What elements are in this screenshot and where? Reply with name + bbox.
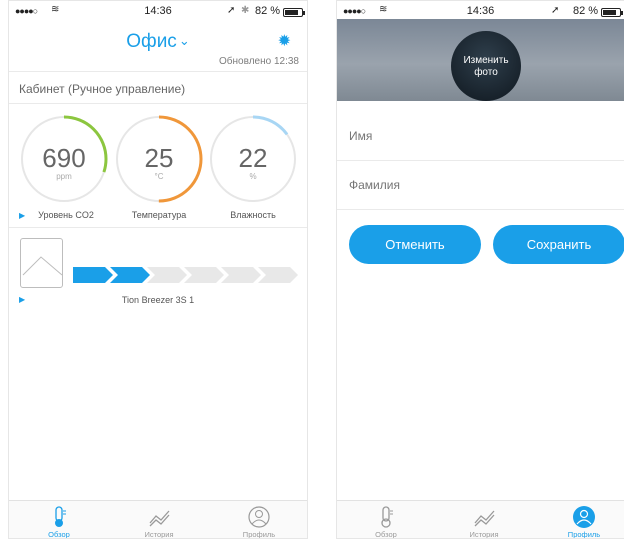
tab-label: История [469,530,499,539]
tab-overview[interactable]: Обзор [351,505,421,539]
tab-overview[interactable]: Обзор [24,505,94,539]
speed-segment[interactable] [73,267,113,283]
tab-profile[interactable]: Профиль [224,505,294,539]
fan-speed-selector[interactable] [73,267,305,283]
humidity-label: Влажность [230,210,276,220]
humidity-gauge[interactable]: 22 % [208,114,298,204]
thermometer-icon [351,505,421,529]
divider [9,71,307,72]
co2-label: Уровень CO2 [38,210,94,220]
battery-percent: 82 % [255,5,281,17]
chart-line-icon [449,505,519,529]
location-arrow-icon: ➚ [227,5,236,16]
profile-icon [549,505,619,529]
last-name-field[interactable] [349,178,624,192]
change-photo-label: Изменить фото [463,55,509,78]
tab-bar: Обзор История Профиль [9,500,307,538]
humidity-unit: % [249,172,257,181]
temperature-value: 25 [144,143,174,173]
status-bar: ●●●●○ ≋ 14:36 ➚ 82 % [337,1,624,21]
tab-profile[interactable]: Профиль [549,505,619,539]
co2-value: 690 [42,143,86,173]
tab-label: Обзор [375,530,397,539]
profile-icon [224,505,294,529]
bluetooth-icon: ✱ [241,5,250,16]
divider [9,103,307,104]
location-selector[interactable]: Офис ⌄ [9,31,307,53]
profile-screen: ●●●●○ ≋ 14:36 ➚ 82 % Изменить фото Отмен… [336,0,624,539]
tab-bar: Обзор История Профиль [337,500,624,538]
temperature-gauge[interactable]: 25 °C [114,114,204,204]
battery-icon [601,8,623,17]
temperature-label: Температура [131,210,187,220]
battery-icon [283,8,305,17]
room-title: Кабинет (Ручное управление) [19,82,186,96]
humidity-value: 22 [238,143,268,173]
status-bar: ●●●●○ ≋ 14:36 ➚ ✱ 82 % [9,1,307,21]
speed-segment[interactable] [110,267,150,283]
first-name-field[interactable] [349,129,624,143]
save-button[interactable]: Сохранить [493,225,624,264]
divider [9,227,307,228]
tab-label: Профиль [567,530,601,539]
chevron-down-icon: ⌄ [178,33,190,48]
co2-gauge[interactable]: 690 ppm [19,114,109,204]
speed-segment[interactable] [221,267,261,283]
location-name: Офис [126,31,177,52]
divider [337,209,624,210]
speed-segment[interactable] [184,267,224,283]
thermometer-icon [24,505,94,529]
co2-unit: ppm [56,172,72,181]
gear-icon[interactable]: ✹ [278,31,291,51]
device-name: Tion Breezer 3S 1 [121,295,195,305]
location-arrow-icon: ➚ [551,5,560,16]
tab-history[interactable]: История [449,505,519,539]
speed-segment[interactable] [258,267,298,283]
divider [337,160,624,161]
updated-time: Обновлено 12:38 [219,56,299,67]
breezer-device-icon[interactable] [20,238,63,288]
change-photo-button[interactable]: Изменить фото [451,31,521,101]
tab-label: Профиль [242,530,276,539]
speed-segment[interactable] [147,267,187,283]
temperature-unit: °C [154,172,164,181]
chart-line-icon [124,505,194,529]
tab-label: История [144,530,174,539]
battery-percent: 82 % [573,5,599,17]
tab-history[interactable]: История [124,505,194,539]
tab-label: Обзор [48,530,70,539]
cancel-button[interactable]: Отменить [349,225,481,264]
overview-screen: ●●●●○ ≋ 14:36 ➚ ✱ 82 % Офис ⌄ ✹ Обновлено… [8,0,308,539]
